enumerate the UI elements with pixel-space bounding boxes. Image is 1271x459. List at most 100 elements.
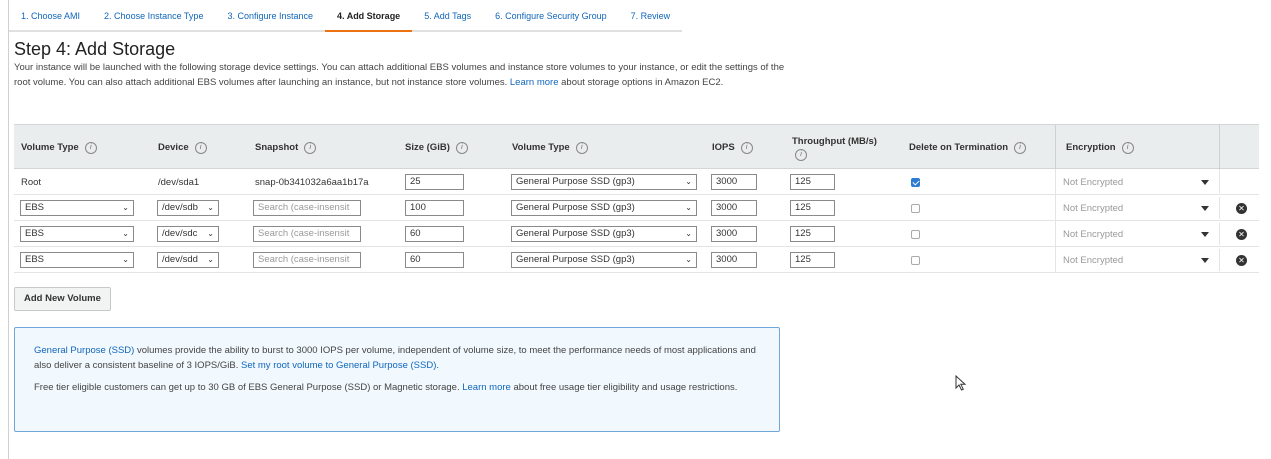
remove-circle-icon[interactable]: ✕: [1236, 254, 1247, 266]
header-ebs-volume-type: Volume Type i: [512, 125, 588, 170]
general-purpose-ssd-link[interactable]: General Purpose (SSD): [34, 345, 134, 356]
add-new-volume-button[interactable]: Add New Volume: [14, 287, 111, 311]
iops-input[interactable]: 3000: [711, 174, 757, 190]
ebs-type-select[interactable]: General Purpose SSD (gp3) ⌄: [511, 174, 697, 190]
info-icon[interactable]: i: [575, 141, 588, 154]
snapshot-search-input[interactable]: Search (case-insensit: [253, 200, 361, 216]
device-select[interactable]: /dev/sdb ⌄: [157, 200, 219, 216]
volume-type-select[interactable]: EBS ⌄: [20, 226, 134, 242]
snapshot-search-input[interactable]: Search (case-insensit: [253, 252, 361, 268]
header-size: Size (GiB) i: [405, 125, 468, 170]
tab-label: 7. Review: [630, 11, 671, 21]
caret-down-icon: [1201, 206, 1209, 211]
remove-circle-icon[interactable]: ✕: [1236, 228, 1247, 240]
ebs-type-select[interactable]: General Purpose SSD (gp3) ⌄: [511, 200, 697, 216]
info-icon[interactable]: i: [194, 141, 207, 154]
wizard-tabs: 1. Choose AMI 2. Choose Instance Type 3.…: [9, 0, 683, 32]
ebs-type-select[interactable]: General Purpose SSD (gp3) ⌄: [511, 226, 697, 242]
header-label: Throughput (MB/s): [792, 135, 877, 147]
throughput-input[interactable]: 125: [790, 252, 835, 268]
throughput-input[interactable]: 125: [790, 226, 835, 242]
set-root-volume-link[interactable]: Set my root volume to General Purpose (S…: [241, 360, 439, 371]
remove-circle-icon[interactable]: ✕: [1236, 202, 1247, 214]
intro-text: Your instance will be launched with the …: [14, 60, 794, 90]
tab-add-storage[interactable]: 4. Add Storage: [325, 0, 413, 32]
encryption-select[interactable]: Not Encrypted: [1056, 197, 1220, 219]
chevron-down-icon: ⌄: [207, 203, 214, 212]
info-icon[interactable]: i: [455, 141, 468, 154]
ebs-type-select[interactable]: General Purpose SSD (gp3) ⌄: [511, 252, 697, 268]
volume-type-select[interactable]: EBS ⌄: [20, 200, 134, 216]
tab-add-tags[interactable]: 5. Add Tags: [412, 0, 484, 32]
caret-down-icon: [1201, 258, 1209, 263]
header-label: Volume Type: [512, 142, 570, 153]
throughput-input[interactable]: 125: [790, 174, 835, 190]
iops-input[interactable]: 3000: [711, 226, 757, 242]
storage-table: Volume Type i Device i Snapshot i Size (GiB…: [14, 124, 1259, 273]
tab-choose-instance-type[interactable]: 2. Choose Instance Type: [92, 0, 216, 32]
select-value: EBS: [25, 202, 45, 213]
delete-on-termination-checkbox[interactable]: [911, 177, 920, 187]
select-value: /dev/sdc: [162, 228, 198, 239]
header-iops: IOPS i: [712, 125, 753, 170]
page-title: Step 4: Add Storage: [14, 39, 176, 59]
tab-choose-ami[interactable]: 1. Choose AMI: [9, 0, 93, 32]
tab-label: 4. Add Storage: [337, 11, 401, 21]
header-label: Size (GiB): [405, 142, 450, 153]
chevron-down-icon: ⌄: [685, 177, 692, 186]
tab-review[interactable]: 7. Review: [618, 0, 683, 32]
delete-on-termination-checkbox[interactable]: [911, 203, 920, 213]
header-encryption: Encryption i: [1055, 125, 1219, 170]
info-icon[interactable]: i: [84, 141, 97, 154]
mouse-pointer-icon: [955, 375, 967, 391]
header-delete-on-termination: Delete on Termination i: [909, 125, 1027, 170]
delete-on-termination-checkbox[interactable]: [911, 255, 920, 265]
select-value: /dev/sdd: [162, 254, 198, 265]
throughput-input[interactable]: 125: [790, 200, 835, 216]
encryption-select[interactable]: Not Encrypted: [1056, 171, 1220, 193]
tab-configure-instance[interactable]: 3. Configure Instance: [215, 0, 326, 32]
device-select[interactable]: /dev/sdd ⌄: [157, 252, 219, 268]
header-label: Volume Type: [21, 142, 79, 153]
tab-underline: [215, 30, 326, 32]
select-value: EBS: [25, 228, 45, 239]
select-value: Not Encrypted: [1063, 254, 1124, 266]
iops-input[interactable]: 3000: [711, 252, 757, 268]
header-volume-type: Volume Type i: [21, 125, 97, 170]
delete-on-termination-checkbox[interactable]: [911, 229, 920, 239]
header-label: Encryption: [1066, 142, 1116, 153]
info-box: General Purpose (SSD) volumes provide th…: [14, 327, 780, 432]
iops-input[interactable]: 3000: [711, 200, 757, 216]
tab-underline: [483, 30, 619, 32]
size-input[interactable]: 25: [405, 174, 464, 190]
chevron-down-icon: ⌄: [122, 229, 129, 238]
info-icon[interactable]: i: [1121, 141, 1134, 154]
header-device: Device i: [158, 125, 207, 170]
tab-label: 3. Configure Instance: [227, 11, 314, 21]
learn-more-link[interactable]: Learn more: [510, 77, 559, 88]
header-label: IOPS: [712, 142, 735, 153]
info-icon[interactable]: i: [1014, 141, 1027, 154]
tab-configure-security-group[interactable]: 6. Configure Security Group: [483, 0, 619, 32]
free-tier-learn-more-link[interactable]: Learn more: [462, 382, 511, 393]
root-snapshot: snap-0b341032a6aa1b17a: [255, 176, 369, 188]
select-value: EBS: [25, 254, 45, 265]
select-value: General Purpose SSD (gp3): [516, 202, 635, 213]
volume-type-select[interactable]: EBS ⌄: [20, 252, 134, 268]
caret-down-icon: [1201, 232, 1209, 237]
encryption-select[interactable]: Not Encrypted: [1056, 249, 1220, 271]
encryption-select[interactable]: Not Encrypted: [1056, 223, 1220, 245]
info-icon[interactable]: i: [740, 141, 753, 154]
snapshot-search-input[interactable]: Search (case-insensit: [253, 226, 361, 242]
select-value: /dev/sdb: [162, 202, 198, 213]
table-row: EBS ⌄ /dev/sdd ⌄ Search (case-insensit 60 …: [14, 247, 1259, 273]
table-row-root: Root /dev/sda1 snap-0b341032a6aa1b17a 25…: [14, 169, 1259, 195]
device-select[interactable]: /dev/sdc ⌄: [157, 226, 219, 242]
size-input[interactable]: 60: [405, 226, 464, 242]
chevron-down-icon: ⌄: [122, 255, 129, 264]
info-icon[interactable]: i: [304, 141, 317, 154]
info-icon[interactable]: i: [795, 148, 807, 161]
size-input[interactable]: 100: [405, 200, 464, 216]
tab-underline: [618, 30, 683, 32]
size-input[interactable]: 60: [405, 252, 464, 268]
